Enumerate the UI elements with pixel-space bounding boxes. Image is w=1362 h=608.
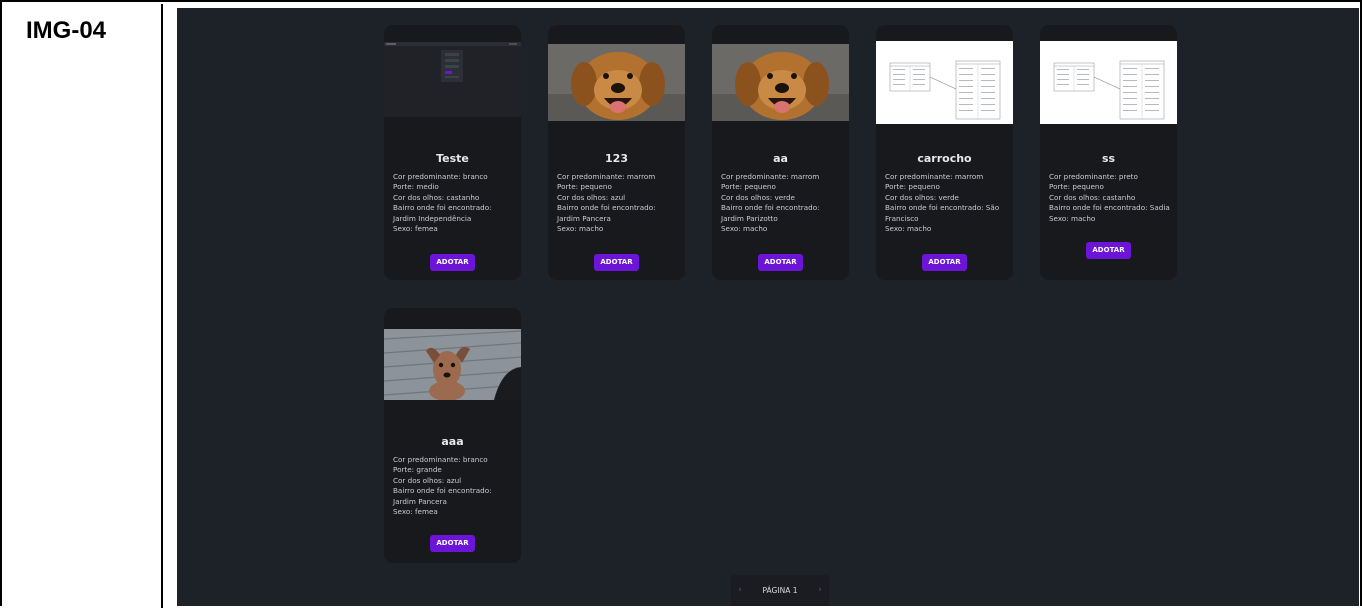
pet-photo-diagram — [1040, 41, 1177, 124]
pet-attr-sex: Sexo: femea — [393, 507, 438, 517]
pet-attr-color: Cor predominante: branco — [393, 172, 488, 181]
adopt-button[interactable]: ADOTAR — [430, 535, 475, 552]
pet-attr-size: Porte: grande — [393, 465, 442, 475]
pet-name: aa — [773, 152, 788, 165]
app-screenshot: Teste Cor predominante: branco Porte: me… — [177, 8, 1359, 606]
pet-attributes: Cor predominante: marrom Porte: pequeno … — [885, 172, 1009, 234]
pet-attr-eyes: Cor dos olhos: azul — [393, 475, 462, 485]
pet-name: carrocho — [917, 152, 972, 165]
pet-attr-eyes: Cor dos olhos: castanho — [1049, 192, 1136, 202]
pet-card: carrocho Cor predominante: marrom Porte:… — [876, 25, 1013, 280]
pet-attr-size: Porte: pequeno — [1049, 182, 1104, 192]
adopt-button[interactable]: ADOTAR — [922, 254, 967, 271]
pet-attr-eyes: Cor dos olhos: verde — [721, 192, 795, 202]
pet-name: aaa — [441, 435, 464, 448]
pet-attr-sex: Sexo: macho — [1049, 213, 1096, 223]
pet-attr-neighborhood: Bairro onde foi encontrado: — [393, 486, 492, 496]
pet-photo-golden-retriever — [548, 44, 685, 121]
pet-photo-dog — [384, 329, 521, 400]
pet-attr-neighborhood-cont: Jardim Pancera — [393, 496, 447, 506]
pet-card: aa Cor predominante: marrom Porte: peque… — [712, 25, 849, 280]
pet-attr-size: Porte: pequeno — [557, 182, 612, 192]
pet-attr-color: Cor predominante: branco — [393, 455, 488, 464]
pet-attr-eyes: Cor dos olhos: verde — [885, 192, 959, 202]
label-cell: IMG-04 — [4, 4, 163, 608]
pet-attr-neighborhood-cont: Jardim Independência — [393, 213, 472, 223]
adopt-button[interactable]: ADOTAR — [430, 254, 475, 271]
pet-attr-color: Cor predominante: preto — [1049, 172, 1138, 181]
pet-attr-neighborhood: Bairro onde foi encontrado: São — [885, 203, 1000, 213]
pet-card: ss Cor predominante: preto Porte: pequen… — [1040, 25, 1177, 280]
pet-attr-color: Cor predominante: marrom — [557, 172, 656, 181]
next-page-button[interactable]: › — [811, 575, 829, 606]
pet-card: aaa Cor predominante: branco Porte: gran… — [384, 308, 521, 563]
pet-attr-sex: Sexo: macho — [557, 224, 604, 234]
pet-attr-neighborhood: Bairro onde foi encontrado: Sadia — [1049, 203, 1170, 213]
pet-attr-neighborhood: Bairro onde foi encontrado: — [393, 203, 492, 213]
pet-attr-sex: Sexo: femea — [393, 224, 438, 234]
pet-attr-neighborhood: Bairro onde foi encontrado: — [721, 203, 820, 213]
adopt-button[interactable]: ADOTAR — [758, 254, 803, 271]
pet-attr-color: Cor predominante: marrom — [721, 172, 820, 181]
pet-attr-neighborhood-cont: Jardim Parizotto — [721, 213, 778, 223]
page-indicator: PÁGINA 1 — [762, 586, 798, 595]
pet-attributes: Cor predominante: branco Porte: medio Co… — [393, 172, 517, 234]
pet-attr-neighborhood: Bairro onde foi encontrado: — [557, 203, 656, 213]
prev-page-button[interactable]: ‹ — [731, 575, 749, 606]
pet-photo-screenshot — [384, 42, 521, 117]
figure-label: IMG-04 — [26, 17, 107, 44]
pet-attributes: Cor predominante: branco Porte: grande C… — [393, 455, 517, 517]
pet-attr-eyes: Cor dos olhos: castanho — [393, 192, 480, 202]
pet-name: ss — [1101, 152, 1116, 165]
pet-attributes: Cor predominante: preto Porte: pequeno C… — [1049, 172, 1173, 224]
pet-card: Teste Cor predominante: branco Porte: me… — [384, 25, 521, 280]
pet-attributes: Cor predominante: marrom Porte: pequeno … — [557, 172, 681, 234]
pet-card: 123 Cor predominante: marrom Porte: pequ… — [548, 25, 685, 280]
pet-attr-sex: Sexo: macho — [721, 224, 768, 234]
pet-name: 123 — [605, 152, 628, 165]
pet-attr-size: Porte: pequeno — [885, 182, 940, 192]
pet-attr-sex: Sexo: macho — [885, 224, 932, 234]
adopt-button[interactable]: ADOTAR — [1086, 242, 1131, 259]
pet-photo-diagram — [876, 41, 1013, 124]
pet-attr-neighborhood-cont: Jardim Pancera — [557, 213, 611, 223]
pet-attributes: Cor predominante: marrom Porte: pequeno … — [721, 172, 845, 234]
pet-attr-size: Porte: pequeno — [721, 182, 776, 192]
pet-name: Teste — [436, 152, 469, 165]
pet-attr-neighborhood-cont: Francisco — [885, 213, 919, 223]
pet-photo-golden-retriever — [712, 44, 849, 121]
pagination: ‹ PÁGINA 1 › — [731, 575, 829, 606]
pet-attr-eyes: Cor dos olhos: azul — [557, 192, 626, 202]
adopt-button[interactable]: ADOTAR — [594, 254, 639, 271]
pet-attr-color: Cor predominante: marrom — [885, 172, 984, 181]
pet-attr-size: Porte: medio — [393, 182, 439, 192]
